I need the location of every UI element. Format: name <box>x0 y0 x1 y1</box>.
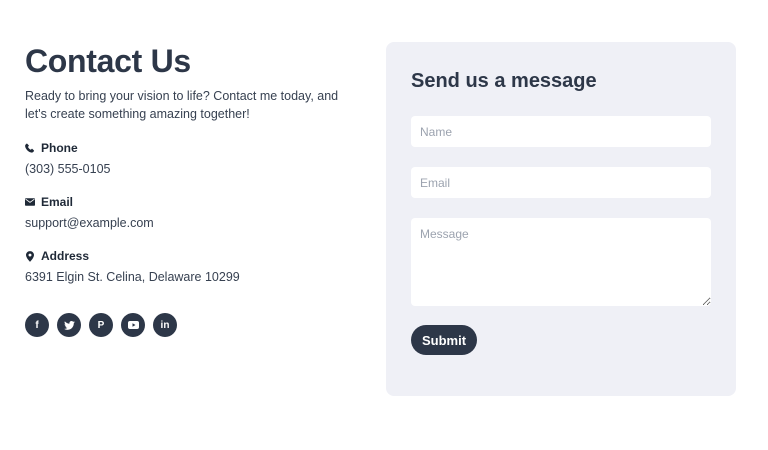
email-block: Email support@example.com <box>25 194 345 231</box>
email-value: support@example.com <box>25 216 154 230</box>
page-title: Contact Us <box>25 43 191 79</box>
envelope-icon <box>25 197 35 207</box>
twitter-icon <box>63 320 75 330</box>
phone-block: Phone (303) 555-0105 <box>25 140 345 177</box>
phone-label: Phone <box>41 141 78 155</box>
linkedin-icon: in <box>160 319 170 331</box>
name-input[interactable] <box>411 116 711 147</box>
map-pin-icon <box>25 250 35 262</box>
contact-form-card: Send us a message Submit <box>386 42 736 396</box>
form-title: Send us a message <box>411 70 597 92</box>
address-label: Address <box>41 249 90 263</box>
facebook-link[interactable]: f <box>25 313 49 337</box>
submit-button[interactable]: Submit <box>411 325 477 355</box>
youtube-link[interactable]: ▶ <box>121 313 145 337</box>
phone-icon <box>25 143 35 153</box>
pinterest-icon: P <box>97 319 105 331</box>
address-value: 6391 Elgin St. Celina, Delaware 10299 <box>25 270 240 284</box>
pinterest-link[interactable]: P <box>89 313 113 337</box>
linkedin-link[interactable]: in <box>153 313 177 337</box>
twitter-link[interactable]: 🐦 <box>57 313 81 337</box>
address-block: Address 6391 Elgin St. Celina, Delaware … <box>25 248 345 285</box>
facebook-icon: f <box>35 319 39 331</box>
social-links: f 🐦 P ▶ in <box>25 313 345 337</box>
email-label: Email <box>41 195 74 209</box>
youtube-icon <box>127 321 139 329</box>
intro-text: Ready to bring your vision to life? Cont… <box>25 89 339 121</box>
phone-value: (303) 555-0105 <box>25 162 111 176</box>
email-input[interactable] <box>411 167 711 198</box>
message-textarea[interactable] <box>411 218 711 306</box>
contact-info-section: Contact Us Ready to bring your vision to… <box>25 42 345 337</box>
